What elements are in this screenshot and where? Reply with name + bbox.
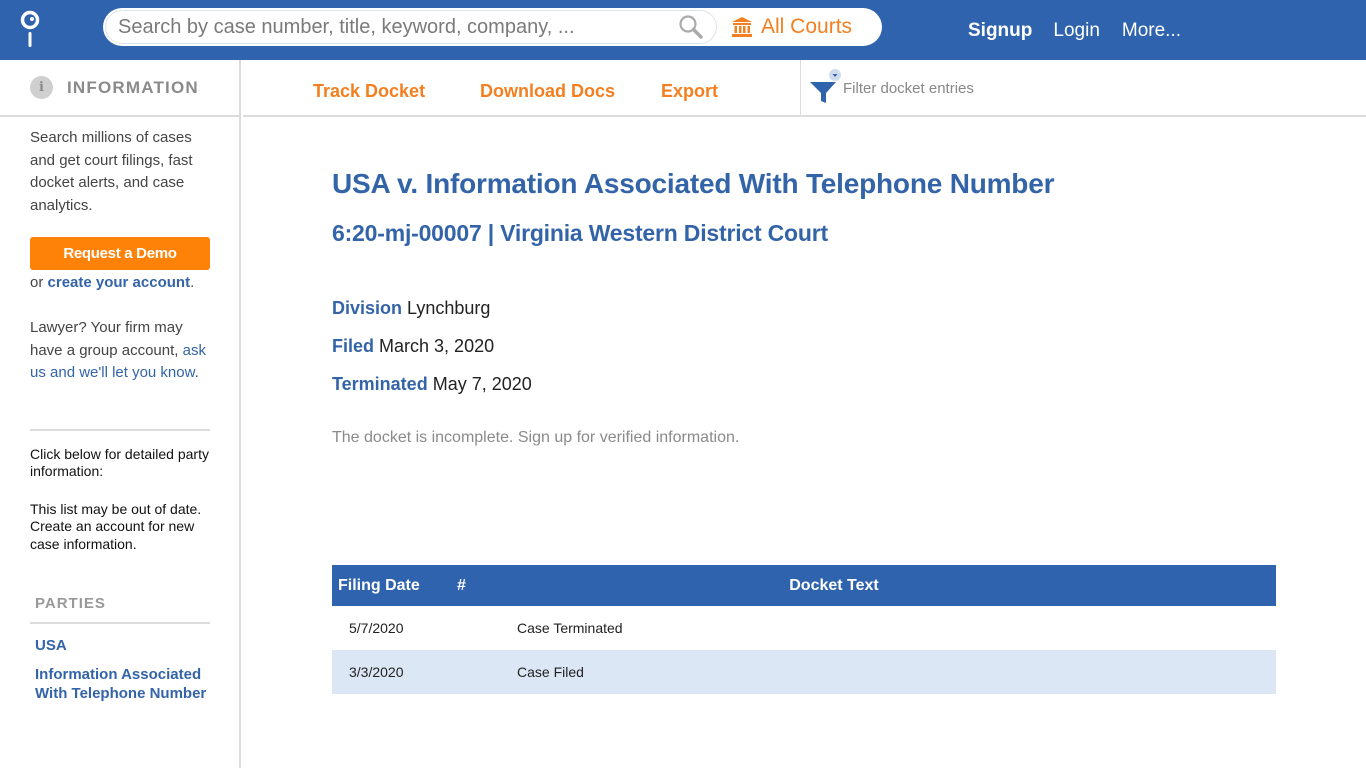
- search-input[interactable]: [105, 10, 717, 44]
- docket-text: Case Terminated: [517, 620, 623, 636]
- column-filing-date[interactable]: Filing Date: [332, 565, 457, 606]
- docket-row[interactable]: 3/3/2020 Case Filed: [332, 650, 1276, 694]
- party-info-note: Click below for detailed party informati…: [30, 445, 209, 480]
- top-navbar: All Courts Signup Login More...: [0, 0, 1366, 60]
- parties-divider: [30, 622, 210, 624]
- sidebar-intro: Search millions of cases and get court f…: [30, 129, 193, 214]
- docket-row[interactable]: 5/7/2020 Case Terminated: [332, 606, 1276, 650]
- meta-value: Lynchburg: [407, 298, 491, 318]
- account-nav: Signup Login More...: [968, 20, 1203, 42]
- meta-label: Terminated: [332, 374, 428, 394]
- docket-number: [457, 606, 517, 650]
- meta-terminated: Terminated May 7, 2020: [332, 365, 1276, 403]
- party-link[interactable]: Information Associated With Telephone Nu…: [35, 665, 210, 703]
- info-sidebar: i INFORMATION Search millions of cases a…: [0, 60, 241, 768]
- filter-docket-input[interactable]: [843, 74, 1243, 102]
- docket-text: Case Filed: [517, 650, 1276, 694]
- docket-date: 3/3/2020: [332, 650, 457, 694]
- docket-date: 5/7/2020: [349, 620, 404, 636]
- more-menu[interactable]: More...: [1122, 20, 1181, 42]
- meta-label: Filed: [332, 336, 375, 356]
- parties-heading: PARTIES: [35, 595, 106, 612]
- export-button[interactable]: Export: [661, 81, 718, 102]
- period-text: .: [190, 274, 195, 291]
- lawyer-note: Lawyer? Your firm may have a group accou…: [30, 317, 209, 385]
- incomplete-docket-notice: The docket is incomplete. Sign up for ve…: [332, 429, 740, 446]
- period-text: .: [194, 364, 199, 381]
- filter-icon[interactable]: [809, 65, 841, 105]
- docket-table: Filing Date # Docket Text 5/7/2020 Case …: [332, 565, 1276, 694]
- search-icon[interactable]: [678, 14, 704, 40]
- request-demo-button[interactable]: Request a Demo: [30, 237, 210, 270]
- meta-value: May 7, 2020: [432, 374, 532, 394]
- docket-toolbar: Track Docket Download Docs Export: [243, 60, 1366, 117]
- sidebar-title: INFORMATION: [67, 77, 199, 97]
- toolbar-divider: [800, 60, 801, 115]
- download-docs-button[interactable]: Download Docs: [480, 81, 615, 102]
- create-account-link[interactable]: create your account: [48, 274, 191, 291]
- column-number[interactable]: #: [457, 565, 517, 606]
- meta-label: Division: [332, 298, 403, 318]
- lawyer-text: Lawyer? Your firm may have a group accou…: [30, 319, 183, 359]
- court-selector-label: All Courts: [761, 15, 853, 38]
- sidebar-divider: [30, 428, 210, 431]
- case-details: USA v. Information Associated With Telep…: [332, 117, 1276, 447]
- party-link[interactable]: USA: [35, 636, 209, 655]
- login-link[interactable]: Login: [1053, 20, 1100, 42]
- or-text: or: [30, 274, 48, 291]
- meta-value: March 3, 2020: [379, 336, 495, 356]
- case-number-court: 6:20-mj-00007 | Virginia Western Distric…: [332, 220, 828, 246]
- courthouse-icon: [732, 17, 752, 37]
- logo-icon[interactable]: [18, 10, 44, 50]
- case-meta: Division Lynchburg Filed March 3, 2020 T…: [332, 289, 1276, 403]
- signup-link[interactable]: Signup: [968, 20, 1032, 42]
- out-of-date-note: This list may be out of date. Create an …: [30, 500, 202, 552]
- docket-header-row: Filing Date # Docket Text: [332, 565, 1276, 606]
- create-account-line: or create your account.: [30, 272, 209, 294]
- docket-number: [457, 650, 517, 694]
- court-selector[interactable]: All Courts: [731, 13, 852, 41]
- track-docket-button[interactable]: Track Docket: [313, 81, 425, 102]
- meta-division: Division Lynchburg: [332, 289, 1276, 327]
- sidebar-header: i INFORMATION: [0, 60, 239, 117]
- column-docket-text[interactable]: Docket Text: [517, 565, 1276, 606]
- search-bar: All Courts: [103, 8, 882, 46]
- meta-filed: Filed March 3, 2020: [332, 327, 1276, 365]
- case-title: USA v. Information Associated With Telep…: [332, 168, 1055, 199]
- info-icon: i: [30, 76, 53, 99]
